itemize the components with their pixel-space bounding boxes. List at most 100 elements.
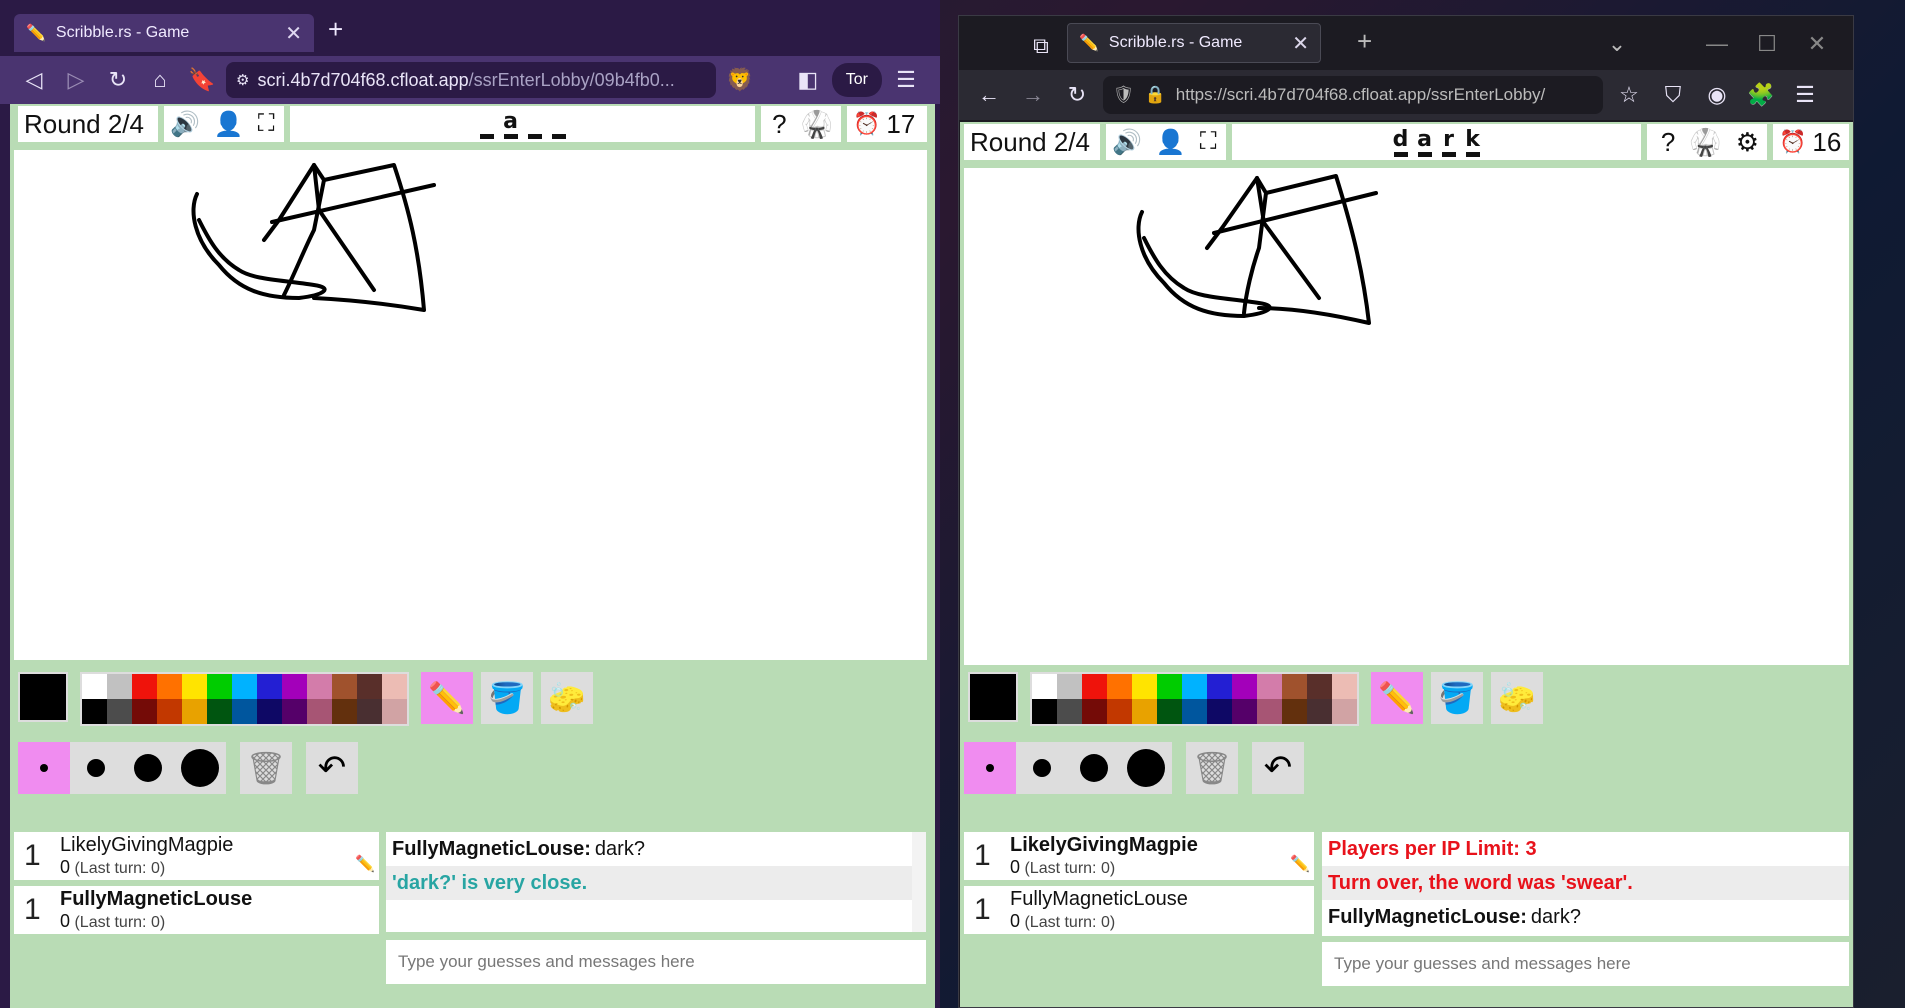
palette-swatch[interactable] (1332, 699, 1357, 724)
pencil-tool[interactable]: ✏️ (1371, 672, 1423, 724)
settings-icon[interactable]: ⚙ (1736, 127, 1759, 158)
kick-icon[interactable]: 🥋 (1689, 127, 1721, 158)
undo-button[interactable]: ↶ (1252, 742, 1304, 794)
close-icon[interactable]: ✕ (285, 21, 302, 46)
palette-swatch[interactable] (1107, 674, 1132, 699)
back-icon[interactable]: ← (971, 77, 1007, 113)
palette-swatch[interactable] (307, 699, 332, 724)
person-icon[interactable]: 👤 (1156, 128, 1186, 157)
bookmark-icon[interactable]: 🔖 (184, 62, 220, 98)
palette-swatch[interactable] (232, 674, 257, 699)
chat-input[interactable]: Type your guesses and messages here (386, 940, 926, 984)
sidebar-icon[interactable]: ◧ (790, 62, 826, 98)
pocket-icon[interactable]: ⛉ (1655, 77, 1691, 113)
palette-swatch[interactable] (332, 674, 357, 699)
brush-size-large[interactable] (122, 742, 174, 794)
drawing-canvas[interactable] (964, 168, 1849, 665)
palette-swatch[interactable] (1282, 674, 1307, 699)
list-tabs-icon[interactable]: ⌄ (1599, 26, 1635, 62)
palette-swatch[interactable] (1307, 674, 1332, 699)
bookmark-star-icon[interactable]: ☆ (1611, 77, 1647, 113)
forward-icon[interactable]: ▷ (58, 62, 94, 98)
address-bar[interactable]: ⚙ scri.4b7d704f68.cfloat.app/ssrEnterLob… (226, 62, 716, 98)
palette-swatch[interactable] (282, 674, 307, 699)
palette-swatch[interactable] (182, 699, 207, 724)
brush-size-small[interactable] (964, 742, 1016, 794)
palette-swatch[interactable] (1032, 674, 1057, 699)
menu-icon[interactable]: ☰ (1787, 77, 1823, 113)
palette-swatch[interactable] (1132, 674, 1157, 699)
person-icon[interactable]: 👤 (214, 110, 244, 139)
palette-swatch[interactable] (1232, 674, 1257, 699)
clear-canvas-button[interactable]: 🗑 (1186, 742, 1238, 794)
fill-bucket-tool[interactable]: 🪣 (1431, 672, 1483, 724)
palette-swatch[interactable] (157, 674, 182, 699)
menu-icon[interactable]: ☰ (888, 62, 924, 98)
brush-size-small[interactable] (18, 742, 70, 794)
palette-swatch[interactable] (1057, 674, 1082, 699)
account-icon[interactable]: ◉ (1699, 77, 1735, 113)
brush-size-xlarge[interactable] (174, 742, 226, 794)
sound-icon[interactable]: 🔊 (1112, 128, 1142, 157)
eraser-tool[interactable]: 🧽 (1491, 672, 1543, 724)
palette-swatch[interactable] (82, 674, 107, 699)
reload-icon[interactable]: ↻ (100, 62, 136, 98)
eraser-tool[interactable]: 🧽 (541, 672, 593, 724)
palette-swatch[interactable] (1132, 699, 1157, 724)
reload-icon[interactable]: ↻ (1059, 77, 1095, 113)
brush-size-xlarge[interactable] (1120, 742, 1172, 794)
brave-shield-icon[interactable]: 🦁 (722, 62, 758, 98)
fullscreen-icon[interactable]: ⛶ (1200, 128, 1217, 156)
palette-swatch[interactable] (1157, 674, 1182, 699)
palette-swatch[interactable] (357, 699, 382, 724)
palette-swatch[interactable] (332, 699, 357, 724)
palette-swatch[interactable] (257, 699, 282, 724)
palette-swatch[interactable] (1032, 699, 1057, 724)
palette-swatch[interactable] (207, 699, 232, 724)
brush-size-medium[interactable] (1016, 742, 1068, 794)
chat-log[interactable]: FullyMagneticLouse: dark? 'dark?' is very… (386, 832, 926, 932)
chat-input[interactable]: Type your guesses and messages here (1322, 942, 1849, 986)
close-icon[interactable]: ✕ (1292, 31, 1309, 56)
window-close-icon[interactable]: ✕ (1799, 26, 1835, 62)
palette-swatch[interactable] (1257, 699, 1282, 724)
palette-swatch[interactable] (182, 674, 207, 699)
palette-swatch[interactable] (107, 674, 132, 699)
tor-button[interactable]: Tor (831, 63, 882, 97)
palette-swatch[interactable] (282, 699, 307, 724)
brush-size-medium[interactable] (70, 742, 122, 794)
palette-swatch[interactable] (132, 674, 157, 699)
drawing-canvas[interactable] (14, 150, 927, 660)
home-icon[interactable]: ⌂ (142, 62, 178, 98)
brush-size-large[interactable] (1068, 742, 1120, 794)
palette-swatch[interactable] (1332, 674, 1357, 699)
extensions-icon[interactable]: 🧩 (1743, 77, 1779, 113)
help-icon[interactable]: ? (772, 109, 786, 140)
clear-canvas-button[interactable]: 🗑 (240, 742, 292, 794)
palette-swatch[interactable] (1182, 699, 1207, 724)
new-tab-button[interactable]: + (328, 14, 343, 45)
palette-swatch[interactable] (1157, 699, 1182, 724)
new-tab-button[interactable]: + (1357, 26, 1372, 57)
palette-swatch[interactable] (1082, 674, 1107, 699)
forward-icon[interactable]: → (1015, 77, 1051, 113)
palette-swatch[interactable] (1107, 699, 1132, 724)
palette-swatch[interactable] (1282, 699, 1307, 724)
palette-swatch[interactable] (257, 674, 282, 699)
palette-swatch[interactable] (1207, 674, 1232, 699)
fill-bucket-tool[interactable]: 🪣 (481, 672, 533, 724)
palette-swatch[interactable] (382, 699, 407, 724)
tab-active[interactable]: ✏️ Scribble.rs - Game ✕ (14, 14, 314, 52)
palette-swatch[interactable] (1207, 699, 1232, 724)
palette-swatch[interactable] (1307, 699, 1332, 724)
palette-swatch[interactable] (1057, 699, 1082, 724)
tab-overview-icon[interactable]: ⧉ (1023, 28, 1059, 64)
help-icon[interactable]: ? (1661, 127, 1675, 158)
chat-log[interactable]: Players per IP Limit: 3 Turn over, the w… (1322, 832, 1849, 936)
sound-icon[interactable]: 🔊 (170, 110, 200, 139)
palette-swatch[interactable] (107, 699, 132, 724)
palette-swatch[interactable] (1182, 674, 1207, 699)
site-info-icon[interactable]: ⚙ (236, 71, 249, 89)
minimize-icon[interactable]: — (1699, 26, 1735, 62)
palette-swatch[interactable] (207, 674, 232, 699)
